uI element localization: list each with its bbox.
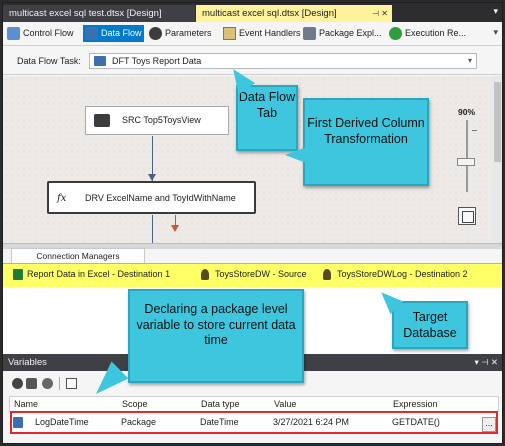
tab-execution-results[interactable]: Execution Re... bbox=[387, 25, 468, 42]
data-flow-task-select[interactable]: DFT Toys Report Data ▾ bbox=[89, 53, 477, 69]
package-explorer-icon bbox=[303, 27, 316, 40]
data-path-connector-2[interactable] bbox=[152, 215, 153, 243]
designer-toolbar: Control Flow Data Flow Parameters Event … bbox=[3, 22, 502, 46]
data-path-arrow-icon bbox=[148, 174, 156, 181]
connection-manager-label: ToysStoreDWLog - Destination 2 bbox=[337, 269, 468, 279]
document-tab-strip: multicast excel sql test.dtsx [Design] m… bbox=[3, 3, 502, 22]
execution-results-icon bbox=[389, 27, 402, 40]
zoom-to-fit-icon[interactable] bbox=[458, 207, 476, 225]
tab-data-flow[interactable]: Data Flow bbox=[83, 25, 144, 42]
variables-title: Variables bbox=[8, 357, 47, 368]
ssis-designer-window: multicast excel sql test.dtsx [Design] m… bbox=[2, 2, 503, 444]
scrollbar-thumb[interactable] bbox=[494, 82, 501, 162]
tab-label: multicast excel sql test.dtsx [Design] bbox=[9, 8, 162, 19]
connection-manager-toysstoredwlog[interactable]: ToysStoreDWLog - Destination 2 bbox=[323, 269, 468, 280]
tab-control-flow-label: Control Flow bbox=[23, 28, 74, 38]
event-handlers-icon bbox=[223, 27, 236, 40]
tab-label: multicast excel sql.dtsx [Design] bbox=[202, 8, 337, 19]
connection-manager-label: ToysStoreDW - Source bbox=[215, 269, 307, 279]
ole-db-source-icon bbox=[94, 114, 110, 127]
control-flow-icon bbox=[7, 27, 20, 40]
add-variable-icon[interactable] bbox=[12, 378, 23, 389]
zoom-slider-track[interactable] bbox=[466, 120, 468, 192]
toolbar-separator bbox=[59, 377, 60, 390]
tab-execution-results-label: Execution Re... bbox=[405, 28, 467, 38]
derived-column-component[interactable]: fx DRV ExcelName and ToyIdWithName bbox=[47, 181, 256, 214]
column-header-name[interactable]: Name bbox=[14, 399, 38, 409]
tab-control-flow[interactable]: Control Flow bbox=[5, 25, 76, 42]
zoom-level: 90% bbox=[458, 107, 476, 117]
connection-manager-toysstoredw[interactable]: ToysStoreDW - Source bbox=[201, 269, 307, 280]
source-component[interactable]: SRC Top5ToysView bbox=[85, 106, 229, 135]
tab-package-explorer-label: Package Expl... bbox=[319, 28, 382, 38]
connection-manager-label: Report Data in Excel - Destination 1 bbox=[27, 269, 171, 279]
parameters-icon bbox=[149, 27, 162, 40]
tab-pin-close-icons[interactable]: ⊣ ✕ bbox=[372, 5, 388, 22]
chevron-down-icon[interactable]: ▾ bbox=[468, 54, 472, 68]
canvas-vertical-scrollbar[interactable] bbox=[491, 76, 502, 243]
tab-parameters-label: Parameters bbox=[165, 28, 212, 38]
toolbar-overflow-icon[interactable]: ▾ bbox=[493, 27, 498, 38]
tab-connection-managers[interactable]: Connection Managers bbox=[11, 248, 145, 263]
variables-pane-bottom bbox=[3, 434, 502, 443]
tab-multicast-excel-sql-test[interactable]: multicast excel sql test.dtsx [Design] bbox=[3, 5, 195, 22]
zoom-tick bbox=[472, 130, 477, 131]
grid-options-icon[interactable] bbox=[66, 378, 77, 389]
tab-event-handlers-label: Event Handlers bbox=[239, 28, 301, 38]
callout-text: First Derived Column Transformation bbox=[307, 116, 425, 146]
tab-parameters[interactable]: Parameters bbox=[147, 25, 214, 42]
connection-manager-excel[interactable]: Report Data in Excel - Destination 1 bbox=[13, 269, 171, 280]
callout-target-database: Target Database bbox=[374, 285, 468, 349]
data-flow-icon bbox=[85, 27, 98, 40]
data-flow-task-value: DFT Toys Report Data bbox=[112, 56, 202, 66]
column-header-scope[interactable]: Scope bbox=[122, 399, 148, 409]
tab-multicast-excel-sql[interactable]: multicast excel sql.dtsx [Design] ⊣ ✕ bbox=[196, 5, 392, 22]
data-flow-task-row: Data Flow Task: DFT Toys Report Data ▾ bbox=[3, 47, 502, 75]
callout-first-derived-column: First Derived Column Transformation bbox=[285, 98, 429, 186]
column-header-data-type[interactable]: Data type bbox=[201, 399, 240, 409]
connection-managers-bar: Report Data in Excel - Destination 1 Toy… bbox=[3, 263, 502, 287]
data-flow-task-label: Data Flow Task: bbox=[17, 56, 81, 66]
excel-icon bbox=[13, 269, 23, 280]
column-header-expression[interactable]: Expression bbox=[393, 399, 438, 409]
tab-event-handlers[interactable]: Event Handlers bbox=[221, 25, 303, 42]
data-flow-task-icon bbox=[94, 56, 106, 66]
pane-window-buttons[interactable]: ▾ ⊣ ✕ bbox=[474, 354, 498, 371]
callout-declaring-variable: Declaring a package level variable to st… bbox=[87, 289, 304, 403]
variables-grid-header: Name Scope Data type Value Expression bbox=[9, 396, 499, 412]
callout-pointer bbox=[285, 146, 309, 164]
tab-overflow-icon[interactable]: ▾ bbox=[493, 6, 498, 17]
column-header-value[interactable]: Value bbox=[274, 399, 296, 409]
tab-data-flow-label: Data Flow bbox=[101, 28, 142, 38]
derived-column-icon: fx bbox=[57, 193, 67, 204]
error-path-arrow-icon bbox=[171, 225, 179, 232]
derived-column-label: DRV ExcelName and ToyIdWithName bbox=[85, 193, 236, 203]
database-icon bbox=[323, 269, 331, 280]
row-highlight-box bbox=[10, 411, 498, 434]
callout-data-flow-tab: Data Flow Tab bbox=[224, 63, 298, 151]
callout-text: Declaring a package level variable to st… bbox=[136, 302, 296, 347]
database-icon bbox=[201, 269, 209, 280]
source-component-label: SRC Top5ToysView bbox=[122, 115, 201, 125]
zoom-slider-thumb[interactable] bbox=[457, 158, 475, 166]
tab-package-explorer[interactable]: Package Expl... bbox=[301, 25, 384, 42]
delete-variable-icon[interactable] bbox=[42, 378, 53, 389]
callout-text: Target Database bbox=[403, 310, 457, 340]
move-variable-icon[interactable] bbox=[26, 378, 37, 389]
connection-managers-tab-label: Connection Managers bbox=[36, 251, 120, 261]
callout-text: Data Flow Tab bbox=[238, 90, 296, 120]
